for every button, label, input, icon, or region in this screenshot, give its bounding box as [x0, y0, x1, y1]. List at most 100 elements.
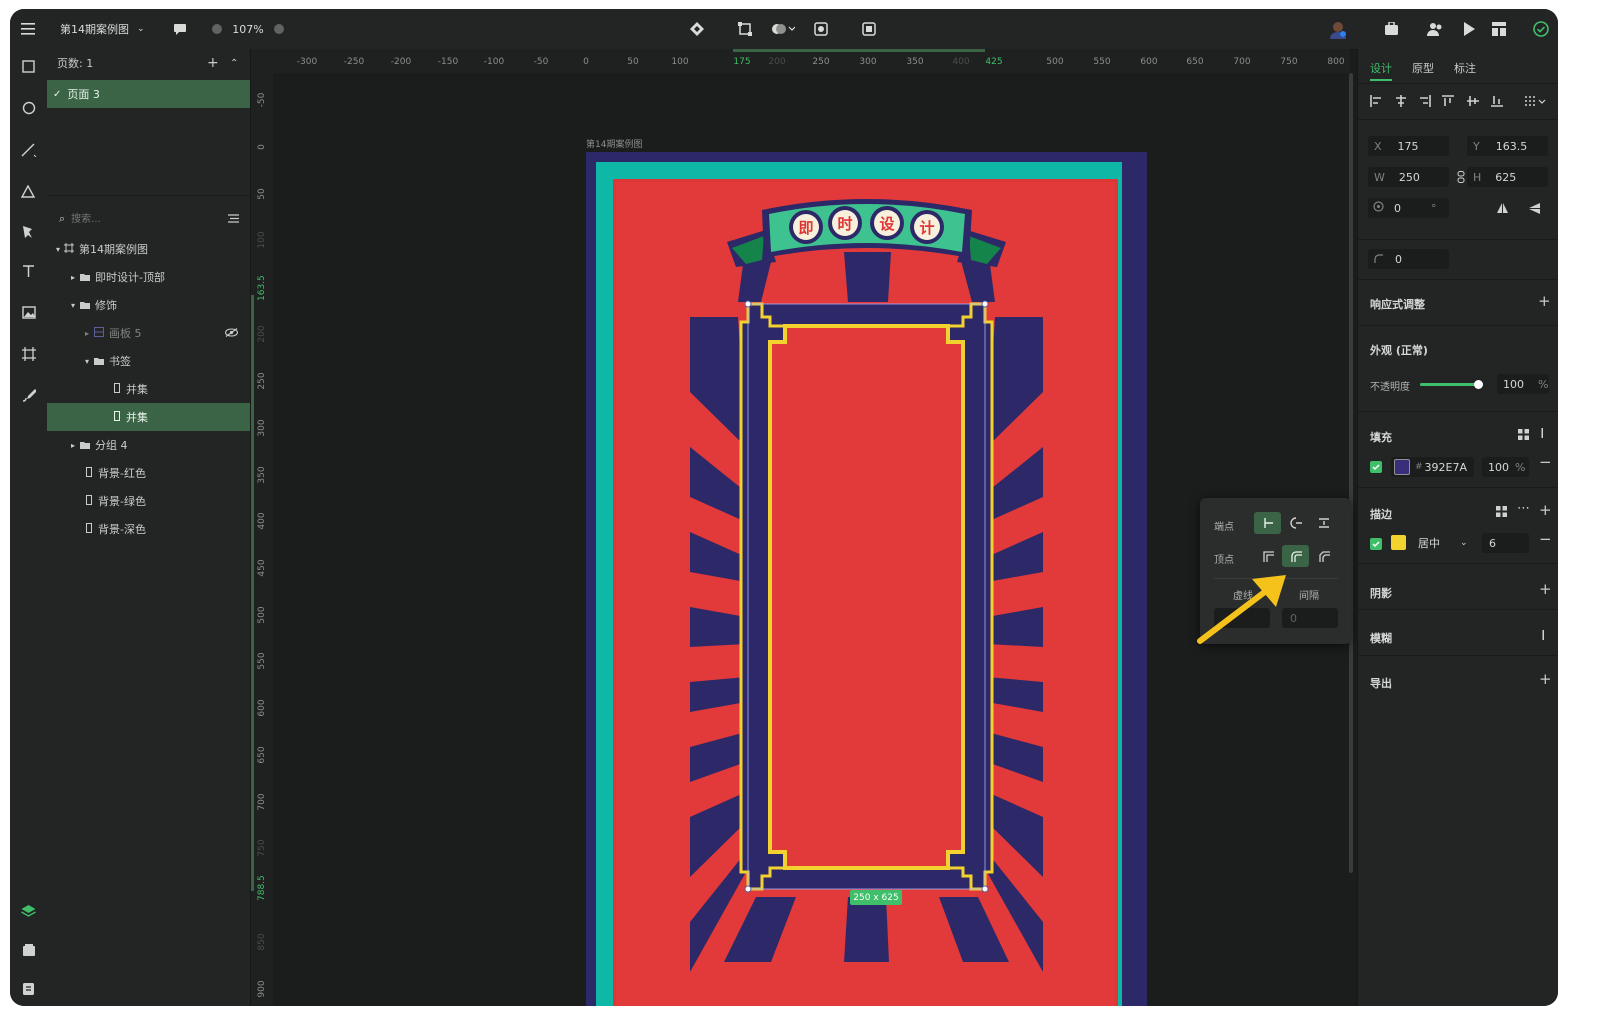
add-icon[interactable]: + [1539, 501, 1552, 519]
more-options-icon[interactable]: ⋯ [1517, 501, 1530, 516]
fill-checkbox[interactable] [1370, 461, 1382, 473]
remove-stroke-icon[interactable]: − [1539, 530, 1552, 548]
tab-prototype[interactable]: 原型 [1412, 60, 1434, 76]
distribute-dropdown-icon[interactable] [1524, 95, 1546, 110]
stroke-label: 描边 [1370, 508, 1392, 521]
text-tool-icon[interactable] [16, 259, 41, 284]
poster-artboard[interactable]: 即 时 设 计 [586, 152, 1147, 1006]
remove-fill-icon[interactable]: − [1539, 453, 1552, 471]
info-icon[interactable] [272, 9, 286, 49]
rectangle-tool-icon[interactable] [16, 54, 41, 79]
zoom-level[interactable]: 107% [230, 9, 266, 49]
opacity-slider-knob[interactable] [1474, 380, 1483, 389]
crop-icon[interactable] [858, 9, 880, 49]
boolean-dropdown-icon[interactable] [766, 9, 800, 49]
ellipse-tool-icon[interactable] [16, 95, 41, 120]
layer-row-artboard[interactable]: ▾ 第14期案例图 [47, 235, 250, 263]
image-tool-icon[interactable] [16, 300, 41, 325]
w-field[interactable]: W 250 [1368, 167, 1449, 187]
align-center-h-icon[interactable] [1395, 95, 1407, 110]
layer-row-group[interactable]: ▾ 书签 [47, 347, 250, 375]
polygon-tool-icon[interactable] [16, 179, 41, 204]
tab-inspect[interactable]: 标注 [1454, 60, 1476, 76]
join-bevel-button[interactable] [1310, 545, 1337, 567]
layer-row-group[interactable]: ▸ 即时设计-顶部 [47, 263, 250, 291]
history-panel-icon[interactable] [16, 976, 41, 1001]
align-right-icon[interactable] [1419, 95, 1431, 110]
ruler-tick: -200 [390, 57, 412, 67]
menu-icon[interactable] [16, 9, 40, 49]
assets-panel-icon[interactable] [16, 938, 41, 963]
layers-panel-icon[interactable] [16, 898, 41, 923]
style-grid-icon[interactable] [1496, 506, 1507, 520]
x-field[interactable]: X 175 [1368, 136, 1449, 156]
layer-row-rect[interactable]: 背景-深色 [47, 515, 250, 543]
filter-icon[interactable] [228, 213, 239, 226]
h-field[interactable]: H 625 [1467, 167, 1548, 187]
layer-search-input[interactable] [69, 212, 204, 226]
more-icon[interactable] [1541, 427, 1544, 442]
layer-search[interactable]: ⌕ [47, 205, 250, 233]
layer-row-group[interactable]: ▸ 分组 4 [47, 431, 250, 459]
stroke-swatch[interactable] [1391, 535, 1406, 550]
align-top-icon[interactable] [1442, 95, 1454, 110]
comment-icon[interactable] [170, 9, 190, 49]
add-icon[interactable]: + [1539, 670, 1552, 688]
y-field[interactable]: Y 163.5 [1467, 136, 1548, 156]
flip-vertical-icon[interactable] [1528, 202, 1541, 217]
lock-ratio-icon[interactable] [1457, 171, 1465, 186]
fill-swatch[interactable] [1394, 459, 1410, 475]
layer-row-union[interactable]: 并集 [47, 375, 250, 403]
radius-field[interactable]: 0 [1368, 249, 1449, 269]
mask-icon[interactable] [810, 9, 832, 49]
stroke-checkbox[interactable] [1370, 538, 1382, 550]
opacity-field[interactable]: 100 % [1497, 374, 1549, 394]
align-left-icon[interactable] [1370, 95, 1382, 110]
align-middle-v-icon[interactable] [1467, 95, 1479, 110]
cap-round-button[interactable] [1282, 512, 1309, 534]
handoff-icon[interactable] [1488, 9, 1510, 49]
add-page-icon[interactable]: + [207, 55, 219, 71]
brush-tool-icon[interactable] [16, 382, 41, 407]
tab-design[interactable]: 设计 [1370, 60, 1392, 76]
join-round-button[interactable] [1282, 545, 1309, 567]
join-miter-button[interactable] [1254, 545, 1281, 567]
cap-butt-button[interactable] [1254, 512, 1281, 534]
style-grid-icon[interactable] [1518, 429, 1529, 443]
add-icon[interactable]: + [1538, 292, 1551, 310]
stroke-width-field[interactable]: 6 [1482, 533, 1529, 553]
align-bottom-icon[interactable] [1491, 95, 1503, 110]
canvas[interactable]: 第14期案例图 即 时 设 计 250 x 625 [273, 73, 1350, 1006]
frame-tool-icon[interactable] [16, 341, 41, 366]
page-item[interactable]: ✓ 页面 3 [47, 80, 250, 108]
avatar[interactable] [1326, 9, 1350, 49]
layer-row-rect[interactable]: 背景-绿色 [47, 487, 250, 515]
chevron-up-icon[interactable]: ⌃ [230, 58, 238, 69]
add-icon[interactable]: + [1539, 580, 1552, 598]
layer-row-rect[interactable]: 背景-红色 [47, 459, 250, 487]
layer-row-artboard-hidden[interactable]: ▸ 画板 5 [47, 319, 250, 347]
fill-color-field[interactable]: # 392E7A [1391, 457, 1474, 477]
canvas-scrollbar[interactable] [1349, 73, 1353, 873]
stroke-position-dropdown[interactable]: 居中 ⌄ [1412, 533, 1474, 553]
layer-row-union-selected[interactable]: 并集 [47, 403, 250, 431]
line-tool-icon[interactable] [16, 137, 41, 162]
appearance-dropdown[interactable]: 外观 (正常) [1370, 342, 1428, 358]
eye-hidden-icon[interactable] [224, 327, 239, 340]
cap-square-button[interactable] [1310, 512, 1337, 534]
play-icon[interactable] [1458, 9, 1480, 49]
more-icon[interactable] [1542, 629, 1545, 644]
layer-row-group[interactable]: ▾ 修饰 [47, 291, 250, 319]
ruler-tick: -300 [296, 57, 318, 67]
artboard-label[interactable]: 第14期案例图 [586, 137, 642, 150]
frame-select-icon[interactable] [734, 9, 756, 49]
share-users-icon[interactable] [1424, 9, 1446, 49]
pen-tool-icon[interactable] [16, 219, 41, 244]
opacity-slider[interactable] [1420, 380, 1483, 389]
rotation-field[interactable]: 0 ° [1368, 198, 1449, 218]
flip-horizontal-icon[interactable] [1496, 202, 1509, 217]
fill-opacity-field[interactable]: 100 % [1482, 457, 1529, 477]
plugin-icon[interactable] [1380, 9, 1402, 49]
file-name-dropdown[interactable]: 第14期案例图 ⌄ [60, 9, 150, 49]
component-icon[interactable] [686, 9, 708, 49]
